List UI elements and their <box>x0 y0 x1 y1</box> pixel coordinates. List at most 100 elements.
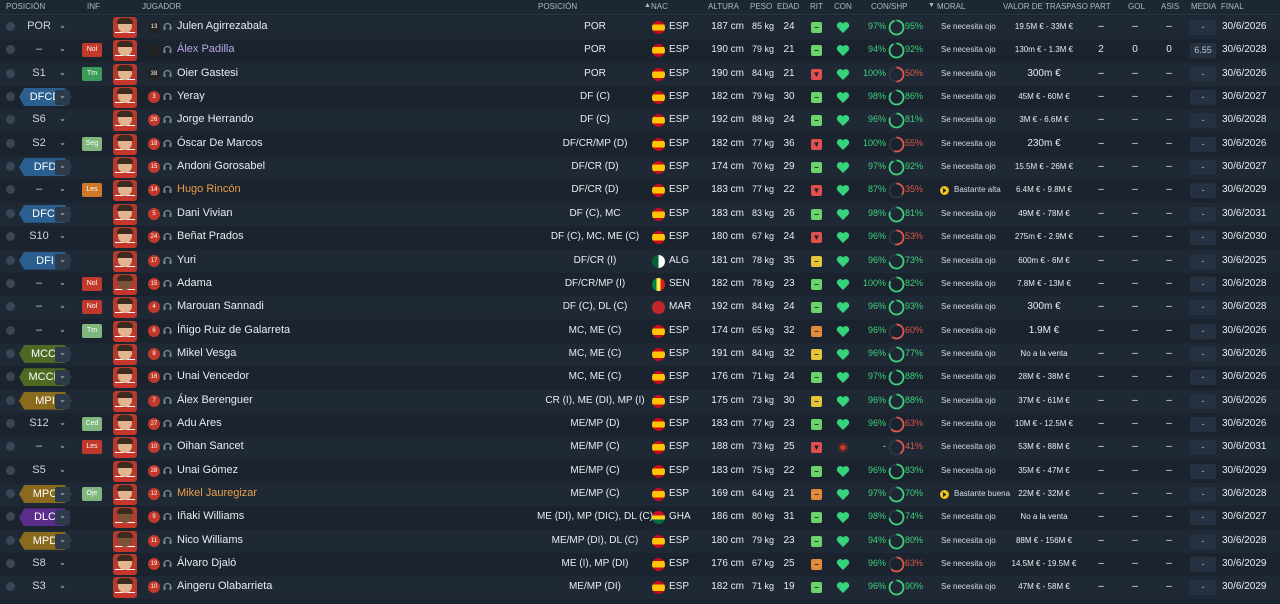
row-select-icon[interactable] <box>6 372 15 382</box>
row-select-icon[interactable] <box>6 582 15 592</box>
player-name-link[interactable]: Adu Ares <box>177 417 222 429</box>
table-row[interactable]: – ⌄ Les 14 Hugo Rincón DF/CR (D) ESP 183 cm 77 k… <box>0 179 1280 203</box>
info-badge[interactable]: Seg <box>82 136 102 151</box>
row-select-icon[interactable] <box>6 302 15 312</box>
table-row[interactable]: DFD ⌄ 15 Andoni Gorosabel DF/CR (D) ESP 174 cm… <box>0 156 1280 180</box>
player-name-link[interactable]: Álex Berenguer <box>177 394 253 406</box>
morale-text[interactable]: Se necesita ojo <box>941 22 996 31</box>
row-select-icon[interactable] <box>6 278 15 288</box>
morale-text[interactable]: Se necesita ojo <box>941 396 996 405</box>
table-row[interactable]: MPC ⌄ Oje 12 Mikel Jauregizar ME/MP (C) ESP 169… <box>0 483 1280 506</box>
player-name-link[interactable]: Yeray <box>177 90 205 102</box>
avatar[interactable] <box>113 530 137 552</box>
player-name-link[interactable]: Andoni Gorosabel <box>177 160 265 172</box>
avatar[interactable] <box>113 413 137 435</box>
chevron-down-icon[interactable]: ⌄ <box>55 370 70 386</box>
avatar[interactable] <box>113 157 137 179</box>
avatar[interactable] <box>113 17 137 38</box>
avatar[interactable] <box>113 507 137 529</box>
chevron-down-icon[interactable]: ⌄ <box>55 393 70 409</box>
player-name-link[interactable]: Unai Vencedor <box>177 370 249 382</box>
col-header-asis[interactable]: ASIS <box>1161 2 1179 11</box>
player-name-link[interactable]: Oihan Sancet <box>177 440 244 452</box>
avatar[interactable] <box>113 320 137 342</box>
row-select-icon[interactable] <box>6 68 15 78</box>
morale-text[interactable]: Se necesita ojo <box>941 69 996 78</box>
player-name-link[interactable]: Adama <box>177 277 212 289</box>
table-row[interactable]: POR ⌄ 13 Julen Agirrezabala POR ESP 187 cm 85 k… <box>0 16 1280 39</box>
player-name-link[interactable]: Álvaro Djaló <box>177 557 236 569</box>
row-select-icon[interactable] <box>6 395 15 405</box>
col-header-gol[interactable]: GOL <box>1128 2 1145 11</box>
table-row[interactable]: S6 ⌄ 26 Jorge Herrando DF (C) ESP 192 cm 88 kg 2… <box>0 109 1280 133</box>
chevron-down-icon[interactable]: ⌄ <box>55 300 70 315</box>
table-row[interactable]: S12 ⌄ Ced 27 Adu Ares ME/MP (D) ESP 183 cm 77 kg… <box>0 412 1280 436</box>
nationality-code[interactable]: MAR <box>669 301 691 312</box>
row-select-icon[interactable] <box>6 22 15 31</box>
avatar[interactable] <box>113 227 137 249</box>
position-slot[interactable]: – <box>22 324 56 336</box>
col-header-moral[interactable]: MORAL <box>937 2 965 11</box>
chevron-down-icon[interactable]: ⌄ <box>55 90 70 106</box>
position-slot[interactable]: – <box>22 43 56 55</box>
info-badge[interactable]: Ced <box>82 416 102 431</box>
table-row[interactable]: MCCD ⌄ 16 Unai Vencedor MC, ME (C) ESP 176 cm 7… <box>0 366 1280 390</box>
chevron-down-icon[interactable]: ⌄ <box>55 160 70 176</box>
nationality-code[interactable]: ESP <box>669 208 689 219</box>
table-row[interactable]: S1 ⌄ Tm 38 Oier Gastesi POR ESP 190 cm 84 kg 21 ▼ 1… <box>0 62 1280 86</box>
nationality-code[interactable]: ALG <box>669 255 689 266</box>
nationality-code[interactable]: ESP <box>669 68 689 79</box>
chevron-down-icon[interactable]: ⌄ <box>55 580 70 595</box>
avatar[interactable] <box>113 297 137 319</box>
nationality-code[interactable]: ESP <box>669 161 689 172</box>
table-row[interactable]: DFI ⌄ 17 Yuri DF/CR (I) ALG 181 cm 78 kg 35−96% 7… <box>0 249 1280 273</box>
row-select-icon[interactable] <box>6 92 15 102</box>
chevron-down-icon[interactable]: ⌄ <box>55 183 70 198</box>
row-select-icon[interactable] <box>6 348 15 358</box>
row-select-icon[interactable] <box>6 208 15 218</box>
position-slot[interactable]: S1 <box>22 67 56 79</box>
col-header-jugador[interactable]: JUGADOR <box>142 2 181 11</box>
avatar[interactable] <box>113 180 137 202</box>
table-row[interactable]: S8 ⌄ 19 Álvaro Djaló ME (I), MP (DI) ESP 176 c… <box>0 553 1280 577</box>
player-name-link[interactable]: Hugo Rincón <box>177 183 241 195</box>
player-name-link[interactable]: Álex Padilla <box>177 43 234 55</box>
player-name-link[interactable]: Unai Gómez <box>177 464 238 476</box>
nationality-code[interactable]: ESP <box>669 488 689 499</box>
chevron-down-icon[interactable]: ⌄ <box>55 113 70 128</box>
player-name-link[interactable]: Yuri <box>177 254 196 266</box>
nationality-code[interactable]: ESP <box>669 231 689 242</box>
player-name-link[interactable]: Dani Vivian <box>177 207 232 219</box>
morale-text[interactable]: Se necesita ojo <box>941 115 996 124</box>
nationality-code[interactable]: ESP <box>669 441 689 452</box>
position-slot[interactable]: S12 <box>22 417 56 429</box>
col-header-conshp[interactable]: CON/SHP <box>871 2 907 11</box>
player-name-link[interactable]: Jorge Herrando <box>177 113 253 125</box>
table-row[interactable]: S3 ⌄ 10 Aingeru Olabarrieta ME/MP (DI) ESP 182… <box>0 576 1280 600</box>
table-row[interactable]: – ⌄ Nol Álex Padilla POR ESP 190 cm 79 kg 21−94%… <box>0 39 1280 63</box>
table-row[interactable]: S2 ⌄ Seg 18 Óscar De Marcos DF/CR/MP (D) ESP 18… <box>0 132 1280 156</box>
nationality-code[interactable]: ESP <box>669 138 689 149</box>
avatar[interactable] <box>113 250 137 272</box>
col-header-posicion-2[interactable]: POSICIÓN <box>538 2 577 11</box>
morale-text[interactable]: Se necesita ojo <box>941 559 996 568</box>
row-select-icon[interactable] <box>6 535 15 545</box>
row-select-icon[interactable] <box>6 325 15 335</box>
row-select-icon[interactable] <box>6 418 15 428</box>
table-row[interactable]: S5 ⌄ 28 Unai Gómez ME/MP (C) ESP 183 cm 75 kg 22… <box>0 459 1280 483</box>
col-header-peso[interactable]: PESO <box>750 2 772 11</box>
position-slot[interactable]: POR <box>22 20 56 32</box>
position-slot[interactable]: – <box>22 277 56 289</box>
morale-text[interactable]: Se necesita ojo <box>941 279 996 288</box>
row-select-icon[interactable] <box>6 185 15 195</box>
position-slot[interactable]: S3 <box>22 580 56 592</box>
col-header-part[interactable]: PART <box>1090 2 1111 11</box>
position-slot[interactable]: S10 <box>22 230 56 242</box>
nationality-code[interactable]: ESP <box>669 465 689 476</box>
avatar[interactable] <box>113 133 137 155</box>
nationality-code[interactable]: ESP <box>669 581 689 592</box>
chevron-down-icon[interactable]: ⌄ <box>55 67 70 82</box>
morale-text[interactable]: Se necesita ojo <box>941 349 996 358</box>
nationality-code[interactable]: ESP <box>669 325 689 336</box>
avatar[interactable] <box>113 577 137 599</box>
